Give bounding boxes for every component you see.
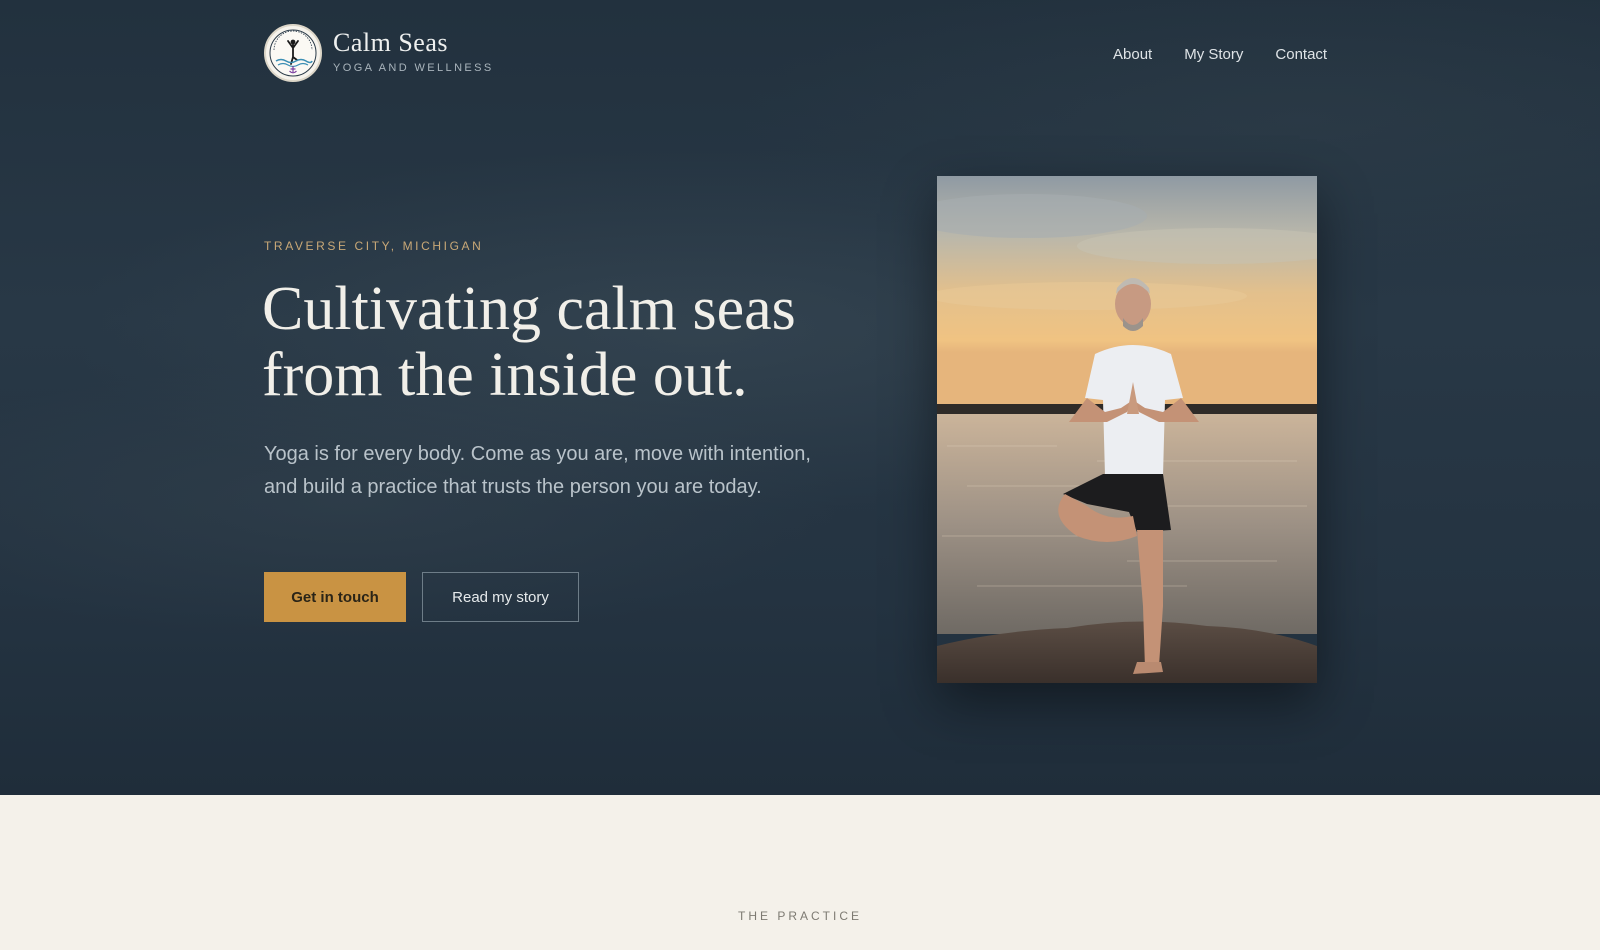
main-nav: About My Story Contact xyxy=(1113,46,1327,63)
read-my-story-button[interactable]: Read my story xyxy=(422,572,579,622)
nav-about[interactable]: About xyxy=(1113,46,1152,63)
location-eyebrow: TRAVERSE CITY, MICHIGAN xyxy=(264,239,484,253)
brand-name[interactable]: Calm Seas xyxy=(333,28,448,58)
nav-my-story[interactable]: My Story xyxy=(1184,46,1243,63)
logo-badge[interactable] xyxy=(264,24,322,82)
get-in-touch-button[interactable]: Get in touch xyxy=(264,572,406,622)
headline-line-2: from the inside out. xyxy=(262,341,748,409)
headline-line-1: Cultivating calm seas xyxy=(262,275,796,343)
hero-lede: Yoga is for every body. Come as you are,… xyxy=(264,443,811,498)
nav-contact[interactable]: Contact xyxy=(1275,46,1327,63)
hero-photo xyxy=(937,176,1317,683)
hero-headline: Cultivating calm seas from the inside ou… xyxy=(262,276,882,408)
lotus-logo-icon xyxy=(269,29,317,77)
hero-section: Calm Seas YOGA AND WELLNESS About My Sto… xyxy=(0,0,1600,795)
practice-eyebrow: THE PRACTICE xyxy=(737,909,862,923)
brand-tagline: YOGA AND WELLNESS xyxy=(333,62,494,74)
yoga-tree-pose-photo xyxy=(937,176,1317,683)
